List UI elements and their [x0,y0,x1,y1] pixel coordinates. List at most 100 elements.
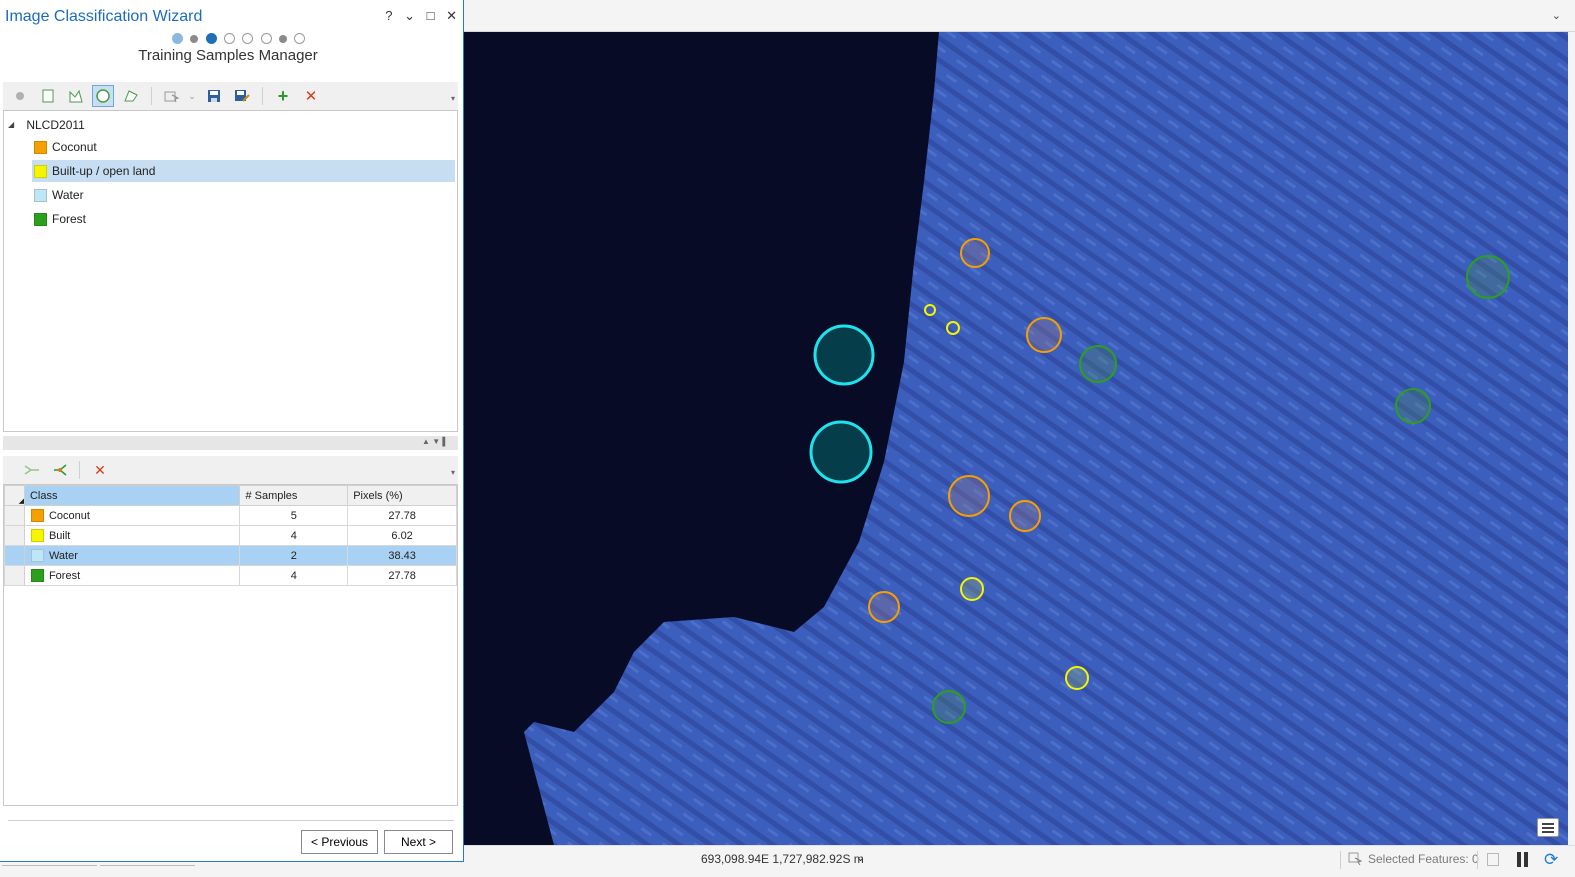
row-header[interactable] [4,545,25,566]
separator [151,87,152,105]
add-class-icon[interactable]: + [272,85,294,107]
schema-class-item[interactable]: Coconut [32,136,455,158]
class-name: Coconut [48,509,90,522]
row-header[interactable] [4,565,25,586]
select-segment-icon[interactable] [161,85,183,107]
class-cell: Water [23,545,241,566]
sample-coconut [1009,500,1041,532]
rectangle-tool-icon[interactable] [37,85,59,107]
column-header-class[interactable]: Class [23,485,241,506]
class-name: Built [48,529,71,542]
dock-tab[interactable] [2,862,97,866]
sample-coconut [960,238,990,268]
table-row[interactable]: Forest 4 27.78 [4,565,457,586]
column-header-samples[interactable]: # Samples [239,485,349,506]
page-title: Training Samples Manager [138,47,318,64]
row-header[interactable] [4,505,25,526]
pixels-cell: 27.78 [347,505,457,526]
collapse-icon[interactable]: ⌄ [404,8,415,24]
wizard-title: Image Classification Wizard [5,8,203,25]
sample-coconut [868,591,900,623]
class-color-swatch [34,212,47,226]
schema-class-item[interactable]: Forest [32,208,455,230]
separator [79,461,80,479]
window-controls: ? ⌄ □ ✕ [377,8,457,24]
class-color-swatch [34,164,47,178]
sample-forest [932,690,966,724]
sample-water [813,324,875,386]
column-header-pixels[interactable]: Pixels (%) [347,485,457,506]
sample-coconut [948,475,990,517]
class-cell: Coconut [23,505,241,526]
chevron-down-icon[interactable]: ⌄ [856,851,865,864]
class-cell: Forest [23,565,241,586]
row-header[interactable] [4,525,25,546]
image-classification-wizard: Image Classification Wizard ? ⌄ □ ✕ Trai… [0,0,464,862]
step-dot [294,33,306,45]
samples-cell: 2 [239,545,349,566]
class-color-swatch [34,140,47,154]
map-status-bar: 693,098.94E 1,727,982.92S m ⌄ Selected F… [464,845,1575,877]
save-as-icon[interactable] [231,85,253,107]
step-dot [172,33,183,45]
divider [8,820,454,821]
expand-triangle-icon[interactable]: ◢ [8,120,18,129]
training-samples-grid: ◢ Class # Samples Pixels (%) Coconut 5 2… [3,484,458,806]
map-scroll-strip [1568,32,1575,845]
dock-tab[interactable] [100,862,195,866]
samples-cell: 5 [239,505,349,526]
separator [1477,851,1478,869]
step-dot [279,34,288,43]
refresh-icon[interactable]: ⟳ [1544,851,1558,868]
next-button[interactable]: Next > [384,830,453,854]
remove-class-icon[interactable]: ✕ [300,85,322,107]
table-row[interactable]: Water 2 38.43 [4,545,457,566]
table-row[interactable]: Built 4 6.02 [4,525,457,546]
class-color-swatch [30,509,44,522]
class-cell: Built [23,525,241,546]
sample-forest [1079,345,1117,383]
class-color-swatch [30,569,44,582]
merge-icon[interactable] [21,459,43,481]
toolbar-overflow-icon[interactable]: ▾ [451,468,455,477]
help-icon[interactable]: ? [385,8,392,23]
class-label: Coconut [52,140,97,154]
previous-button[interactable]: < Previous [301,830,378,854]
close-icon[interactable]: ✕ [446,8,457,24]
sample-forest [1466,255,1510,299]
samples-cell: 4 [239,565,349,586]
freehand-tool-icon[interactable] [120,85,142,107]
pause-drawing-icon[interactable] [1517,852,1529,867]
filter-icon[interactable] [1487,853,1499,866]
save-icon[interactable] [203,85,225,107]
splitter-arrows-icon[interactable]: ▲ ▼ ▌ [422,437,448,446]
schema-class-item[interactable]: Built-up / open land [32,160,455,182]
selected-features-count: Selected Features: 0 [1368,852,1479,866]
chevron-down-icon[interactable]: ⌄ [1552,9,1561,22]
table-of-contents-icon[interactable] [1537,818,1559,837]
toolbar-overflow-icon[interactable]: ▾ [451,94,455,103]
class-name: Water [48,549,78,562]
table-row[interactable]: Coconut 5 27.78 [4,505,457,526]
schema-root[interactable]: ◢ NLCD2011 [8,117,85,132]
schema-name: NLCD2011 [26,117,85,132]
step-indicator [172,31,309,45]
schema-class-item[interactable]: Water [32,184,455,206]
map-canvas[interactable] [464,32,1568,845]
point-tool-icon[interactable] [9,85,31,107]
class-label: Forest [52,212,87,226]
select-all-corner[interactable]: ◢ [4,485,25,506]
split-icon[interactable] [49,459,71,481]
separator [1340,851,1341,869]
circle-tool-icon[interactable] [92,85,114,107]
delete-sample-icon[interactable]: ✕ [89,459,111,481]
step-dot-current [205,33,217,45]
maximize-icon[interactable]: □ [427,8,435,23]
sample-built [960,577,984,601]
map-imagery [524,32,1568,845]
sample-forest [1395,388,1431,424]
chevron-down-icon[interactable]: ⌄ [181,85,203,107]
polygon-tool-icon[interactable] [65,85,87,107]
panel-splitter[interactable]: ▲ ▼ ▌ [3,436,458,450]
step-dot [242,33,254,45]
